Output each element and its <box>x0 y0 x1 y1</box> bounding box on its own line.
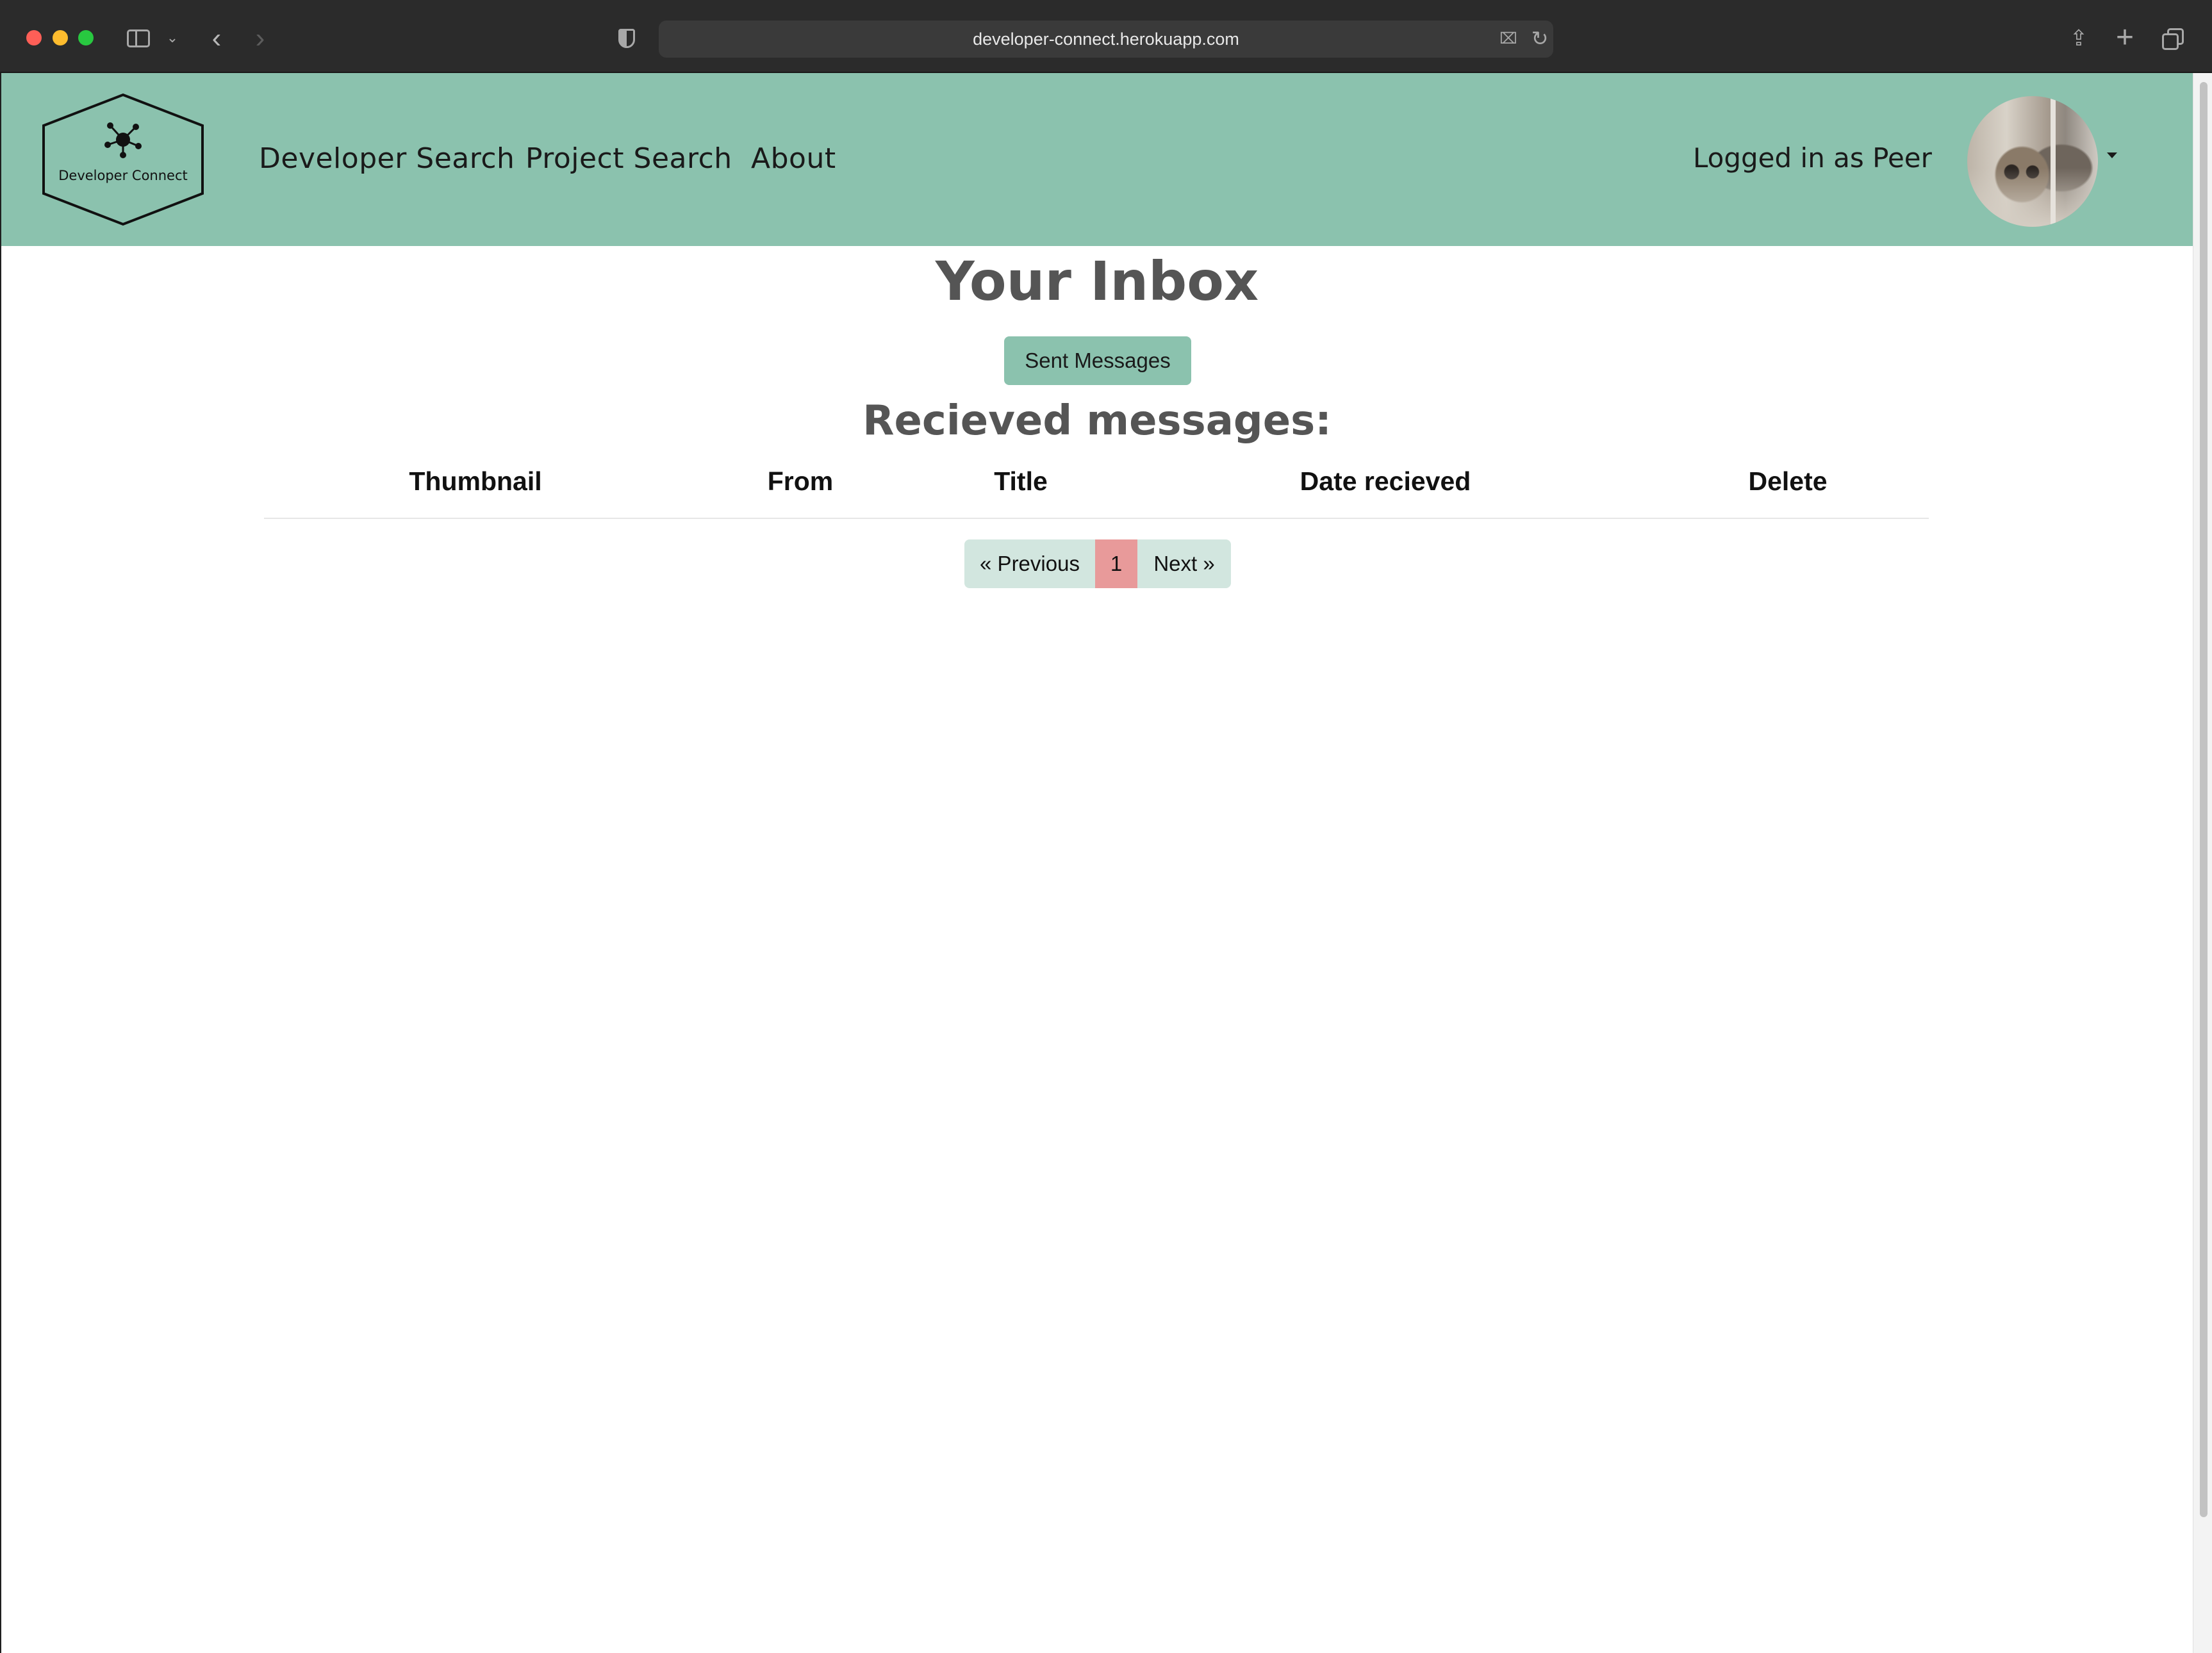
page-1-button[interactable]: 1 <box>1095 539 1137 588</box>
nav-project-search[interactable]: Project Search <box>525 142 732 181</box>
browser-toolbar: ⌄ ‹ › developer-connect.herokuapp.com ⌧ … <box>0 0 2212 73</box>
close-window-button[interactable] <box>26 30 42 45</box>
pagination: « Previous 1 Next » <box>964 539 1231 588</box>
address-bar[interactable]: developer-connect.herokuapp.com <box>659 21 1553 58</box>
page-title: Your Inbox <box>935 250 1259 313</box>
page-scrollbar[interactable] <box>2193 73 2212 1653</box>
privacy-shield-icon[interactable] <box>615 27 638 50</box>
site-logo[interactable]: Developer Connect <box>40 92 206 227</box>
web-page: Developer Connect Developer Search Proje… <box>1 73 2193 1653</box>
user-avatar[interactable] <box>1967 96 2098 227</box>
previous-page-button[interactable]: « Previous <box>964 539 1095 588</box>
caret-down-icon[interactable] <box>2107 152 2117 158</box>
hexagon-network-icon <box>42 93 204 226</box>
reload-icon[interactable]: ↻ <box>1529 27 1551 50</box>
column-header-delete: Delete <box>1748 466 1828 496</box>
tab-overview-icon[interactable] <box>2161 27 2186 53</box>
column-header-thumbnail: Thumbnail <box>409 466 542 496</box>
share-icon[interactable]: ⇪ <box>2067 24 2090 53</box>
logo-text: Developer Connect <box>58 168 188 183</box>
received-messages-heading: Recieved messages: <box>863 397 1332 445</box>
new-tab-icon[interactable]: + <box>2112 21 2138 54</box>
site-navbar: Developer Connect Developer Search Proje… <box>1 73 2193 246</box>
forward-arrow-icon[interactable]: › <box>247 22 273 54</box>
translate-icon[interactable]: ⌧ <box>1496 28 1521 49</box>
column-header-from: From <box>767 466 834 496</box>
chevron-down-icon[interactable]: ⌄ <box>164 29 181 46</box>
nav-developer-search[interactable]: Developer Search <box>259 142 515 181</box>
column-header-title: Title <box>994 466 1048 496</box>
column-header-date-received: Date recieved <box>1300 466 1471 496</box>
sent-messages-button[interactable]: Sent Messages <box>1004 336 1191 385</box>
back-arrow-icon[interactable]: ‹ <box>204 22 229 54</box>
sidebar-toggle-icon[interactable] <box>126 28 151 49</box>
nav-about[interactable]: About <box>751 142 836 181</box>
minimize-window-button[interactable] <box>53 30 68 45</box>
messages-table-header: Thumbnail From Title Date recieved Delet… <box>264 466 1929 519</box>
logged-in-status: Logged in as Peer <box>1693 142 1932 174</box>
url-text: developer-connect.herokuapp.com <box>973 29 1239 49</box>
zoom-window-button[interactable] <box>78 30 94 45</box>
scrollbar-thumb[interactable] <box>2200 82 2208 1517</box>
next-page-button[interactable]: Next » <box>1137 539 1231 588</box>
